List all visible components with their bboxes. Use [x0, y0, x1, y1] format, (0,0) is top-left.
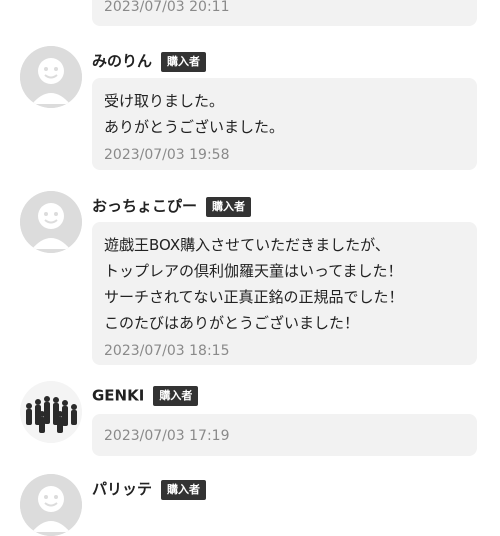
- default-face-icon: [20, 474, 82, 536]
- reviewer-name-text: パリッテ: [92, 480, 153, 498]
- review-message-line: 受け取りました。: [104, 92, 225, 110]
- review-bubble: 2023/07/03 20:11: [92, 0, 477, 26]
- review-message-line: トップレアの倶利伽羅天童はいってました！: [104, 262, 403, 280]
- review-message-line: 遊戯王BOX購入させていただきましたが、: [104, 236, 390, 254]
- review-timestamp: 2023/07/03 18:15: [104, 343, 230, 359]
- buyer-badge: 購入者: [161, 51, 207, 72]
- review-timestamp: 2023/07/03 19:58: [104, 147, 230, 163]
- reviewer-name-text: GENKI: [92, 386, 145, 405]
- default-face-icon: [20, 191, 82, 253]
- buyer-badge: 購入者: [206, 196, 252, 217]
- reviewer-name-text: おっちょこぴー: [92, 197, 198, 215]
- review-bubble: 2023/07/03 17:19: [92, 414, 477, 456]
- review-message-line: ありがとうございました。: [104, 118, 285, 136]
- review-message-line: このたびはありがとうございました！: [104, 314, 360, 332]
- user-avatar[interactable]: [20, 46, 82, 108]
- group-photo-avatar: [20, 381, 82, 443]
- reviewer-name[interactable]: おっちょこぴー 購入者: [92, 195, 252, 217]
- review-bubble: 遊戯王BOX購入させていただきましたが、 トップレアの倶利伽羅天童はいってました…: [92, 222, 477, 365]
- review-timestamp: 2023/07/03 17:19: [104, 428, 230, 444]
- buyer-badge: 購入者: [153, 386, 199, 406]
- reviewer-name-text: みのりん: [92, 52, 153, 70]
- user-avatar[interactable]: [20, 474, 82, 536]
- reviewer-name[interactable]: パリッテ 購入者: [92, 478, 207, 500]
- user-avatar[interactable]: [20, 191, 82, 253]
- user-avatar[interactable]: [20, 381, 82, 443]
- buyer-badge: 購入者: [161, 479, 207, 500]
- review-timestamp: 2023/07/03 20:11: [104, 0, 230, 15]
- reviewer-name[interactable]: GENKI 購入者: [92, 386, 199, 406]
- reviewer-name[interactable]: みのりん 購入者: [92, 50, 207, 72]
- review-message-line: サーチされてない正真正銘の正規品でした！: [104, 288, 404, 306]
- review-bubble: 受け取りました。 ありがとうございました。 2023/07/03 19:58: [92, 78, 477, 170]
- default-face-icon: [20, 46, 82, 108]
